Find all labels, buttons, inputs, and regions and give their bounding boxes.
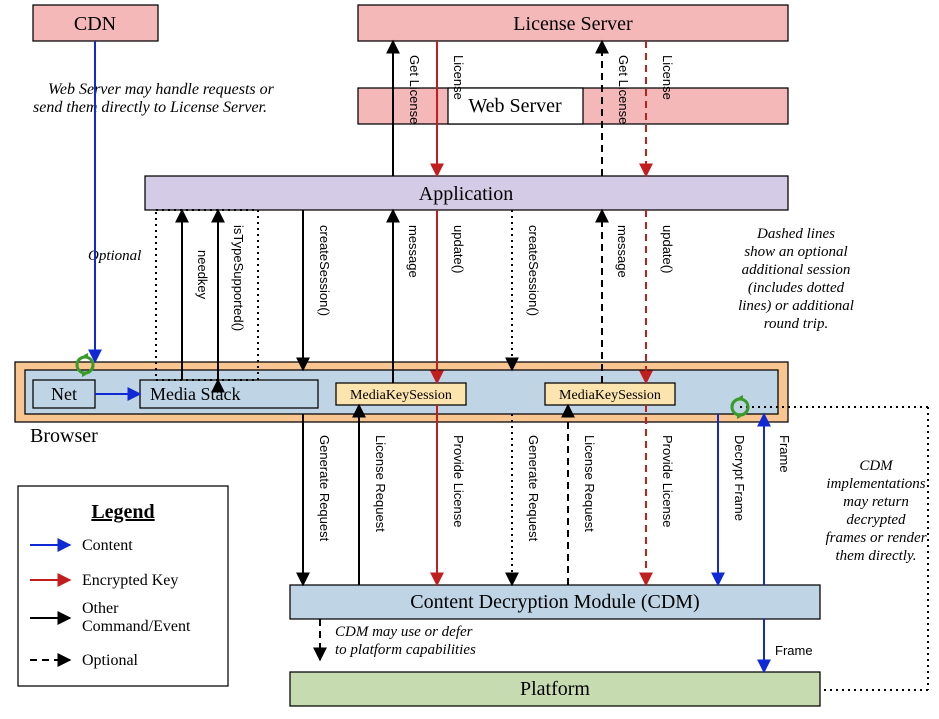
mks1-label: MediaKeySession — [350, 388, 452, 403]
cdn-label: CDN — [74, 13, 116, 35]
update-label-1: update() — [451, 225, 466, 273]
cdm-impl-l6: them directly. — [835, 548, 916, 564]
diagram: CDN License Server Web Server Web Server… — [0, 0, 939, 719]
legend-content: Content — [82, 537, 133, 554]
mks2-label: MediaKeySession — [559, 388, 661, 403]
get-license-label-2: Get License — [616, 55, 631, 124]
dashed-note-l2: show an optional — [744, 244, 847, 260]
get-license-label-1: Get License — [407, 55, 422, 124]
generate-request-label-2: Generate Request — [526, 435, 541, 542]
media-stack-label: Media Stack — [150, 384, 240, 404]
cdm-impl-l1: CDM — [859, 458, 894, 474]
cdm-impl-l4: decrypted — [846, 512, 906, 528]
create-session-label-1: createSession() — [317, 225, 332, 316]
legend-encrypted: Encrypted Key — [82, 572, 178, 589]
dashed-note-l6: round trip. — [764, 316, 828, 332]
generate-request-label-1: Generate Request — [317, 435, 332, 542]
license-server-label: License Server — [513, 13, 633, 35]
create-session-label-2: createSession() — [526, 225, 541, 316]
net-label: Net — [51, 384, 77, 404]
license-request-label-1: License Request — [373, 435, 388, 532]
legend-other-l2: Command/Event — [82, 618, 191, 635]
platform-label: Platform — [520, 678, 590, 700]
cdm-impl-l3: may return — [843, 494, 909, 510]
frame-down-label: Frame — [775, 643, 813, 658]
license-label-1: License — [451, 55, 466, 100]
frame-up-label: Frame — [777, 435, 792, 473]
application-label: Application — [419, 183, 513, 205]
cdm-impl-l5: frames or render — [825, 530, 926, 546]
provide-license-label-2: Provide License — [660, 435, 675, 528]
license-label-2: License — [660, 55, 675, 100]
update-label-2: update() — [660, 225, 675, 273]
legend-other-l1: Other — [82, 600, 119, 617]
web-server-note-line2: send them directly to License Server. — [33, 99, 267, 116]
web-server-note-line1: Web Server may handle requests or — [48, 81, 275, 98]
dashed-note-l4: (includes dotted — [748, 280, 845, 296]
browser-label: Browser — [30, 425, 98, 447]
optional-label: Optional — [88, 248, 141, 264]
dashed-note-l5: lines) or additional — [738, 298, 854, 314]
provide-license-label-1: Provide License — [451, 435, 466, 528]
dashed-note-l1: Dashed lines — [756, 226, 835, 242]
legend-optional: Optional — [82, 652, 139, 669]
web-server-label: Web Server — [468, 95, 562, 117]
message-label-2: message — [615, 225, 630, 278]
message-label-1: message — [406, 225, 421, 278]
cdm-platform-l2: to platform capabilities — [335, 642, 476, 658]
needkey-label: needkey — [195, 250, 210, 300]
cdm-platform-l1: CDM may use or defer — [335, 624, 473, 640]
is-type-supported-label: isTypeSupported() — [231, 225, 246, 331]
dashed-note-l3: additional session — [742, 262, 851, 278]
decrypt-frame-label: Decrypt Frame — [732, 435, 747, 521]
cdm-impl-l2: implementations — [826, 476, 925, 492]
license-request-label-2: License Request — [582, 435, 597, 532]
cdm-label: Content Decryption Module (CDM) — [410, 591, 699, 613]
legend-title: Legend — [91, 501, 154, 523]
